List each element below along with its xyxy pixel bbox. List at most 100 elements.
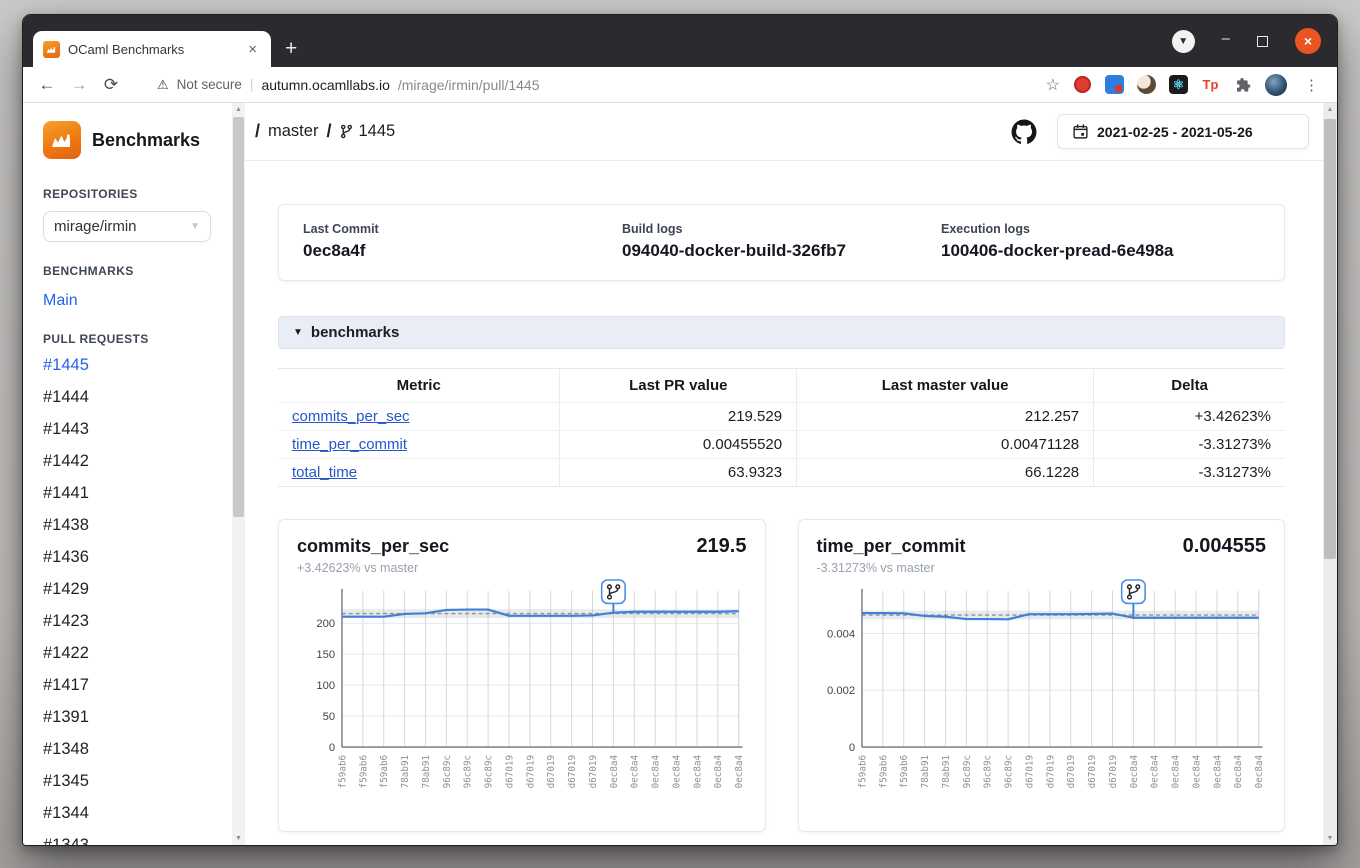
sidebar-item-main[interactable]: Main: [43, 292, 221, 310]
bookmark-star-icon[interactable]: ☆: [1046, 75, 1060, 95]
browser-menu-icon[interactable]: ⋮: [1300, 76, 1323, 94]
url-path: /mirage/irmin/pull/1445: [398, 77, 540, 93]
browser-toolbar: ← → ⟳ ⚠ Not secure | autumn.ocamllabs.io…: [23, 67, 1337, 103]
breadcrumb-root[interactable]: /: [255, 121, 260, 142]
table-header: Last PR value: [560, 369, 797, 403]
warning-icon[interactable]: ⚠: [157, 77, 169, 93]
metric-cell: time_per_commit: [278, 431, 560, 459]
metric-link[interactable]: total_time: [292, 464, 357, 481]
svg-text:d67019: d67019: [1024, 755, 1035, 788]
sidebar-item-pr[interactable]: #1444: [43, 388, 221, 407]
window-chevron-button[interactable]: ▼: [1172, 30, 1195, 53]
onetab-extension-icon[interactable]: [1073, 75, 1092, 94]
repository-selected-value: mirage/irmin: [54, 218, 137, 235]
value-cell: -3.31273%: [1094, 431, 1285, 459]
svg-text:d67019: d67019: [1087, 755, 1098, 788]
sidebar-item-pr[interactable]: #1417: [43, 676, 221, 695]
branch-marker-icon: [1121, 580, 1144, 603]
metric-link[interactable]: time_per_commit: [292, 436, 407, 453]
sidebar-item-pr[interactable]: #1436: [43, 548, 221, 567]
table-row: commits_per_sec219.529212.257+3.42623%: [278, 403, 1285, 431]
chart-subtitle: +3.42623% vs master: [297, 561, 747, 575]
sidebar-item-pr[interactable]: #1343: [43, 836, 221, 845]
sidebar-item-pr[interactable]: #1422: [43, 644, 221, 663]
badger-extension-icon[interactable]: [1137, 75, 1156, 94]
svg-text:96c89c: 96c89c: [961, 755, 972, 788]
svg-text:0ec8a4: 0ec8a4: [1128, 754, 1139, 788]
tab-close-icon[interactable]: ×: [244, 41, 261, 58]
sidebar-scrollbar[interactable]: ▲ ▼: [232, 103, 245, 845]
toolbar-right: ☆ ⚛ Tp ⋮: [1046, 74, 1327, 96]
svg-text:0ec8a4: 0ec8a4: [630, 754, 641, 788]
sidebar-item-pr[interactable]: #1442: [43, 452, 221, 471]
svg-text:0ec8a4: 0ec8a4: [1149, 754, 1160, 788]
svg-text:d67019: d67019: [1107, 755, 1118, 788]
scroll-down-icon[interactable]: ▼: [1323, 835, 1337, 842]
tp-extension-icon[interactable]: Tp: [1201, 75, 1220, 94]
ocaml-camel-favicon: [43, 41, 60, 58]
svg-text:78ab91: 78ab91: [920, 755, 931, 788]
back-icon[interactable]: ←: [33, 71, 61, 99]
sidebar-item-pr[interactable]: #1391: [43, 708, 221, 727]
svg-text:150: 150: [316, 649, 335, 661]
chart-title: commits_per_sec: [297, 536, 449, 557]
value-cell: -3.31273%: [1094, 459, 1285, 487]
time-per-commit-chart[interactable]: 00.0020.004f59ab6f59ab6f59ab678ab9178ab9…: [817, 579, 1267, 825]
sidebar-item-pr[interactable]: #1348: [43, 740, 221, 759]
benchmarks-collapse-toggle[interactable]: ▼ benchmarks: [278, 316, 1285, 349]
sidebar-item-pr[interactable]: #1429: [43, 580, 221, 599]
svg-text:d67019: d67019: [504, 755, 515, 788]
new-tab-button[interactable]: +: [285, 37, 297, 61]
svg-text:f59ab6: f59ab6: [379, 755, 390, 788]
date-range-picker[interactable]: 2021-02-25 - 2021-05-26: [1057, 114, 1309, 149]
scroll-up-icon[interactable]: ▲: [232, 106, 245, 113]
minimize-button[interactable]: –: [1222, 30, 1230, 47]
branch-marker-icon: [602, 580, 625, 603]
sidebar-item-pr[interactable]: #1344: [43, 804, 221, 823]
react-devtools-extension-icon[interactable]: ⚛: [1169, 75, 1188, 94]
metric-link[interactable]: commits_per_sec: [292, 408, 410, 425]
chart-title: time_per_commit: [817, 536, 966, 557]
sidebar-scrollbar-thumb[interactable]: [233, 117, 244, 517]
breadcrumb-pr[interactable]: 1445: [339, 122, 395, 141]
github-icon[interactable]: [1011, 119, 1037, 145]
summary-value: 0ec8a4f: [303, 241, 622, 261]
pull-request-list: #1445 #1444 #1443 #1442 #1441 #1438 #1436 #1429…: [43, 356, 221, 845]
reload-icon[interactable]: ⟳: [97, 71, 125, 99]
sidebar-item-pr[interactable]: #1423: [43, 612, 221, 631]
sidebar-item-pr[interactable]: #1345: [43, 772, 221, 791]
page-scrollbar[interactable]: ▲ ▼: [1323, 103, 1337, 845]
svg-text:0: 0: [329, 742, 335, 754]
page-scrollbar-thumb[interactable]: [1324, 119, 1336, 559]
svg-text:78ab91: 78ab91: [421, 755, 432, 788]
repository-select[interactable]: mirage/irmin ▼: [43, 211, 211, 242]
value-cell: 66.1228: [797, 459, 1094, 487]
close-window-button[interactable]: ×: [1295, 28, 1321, 54]
extensions-puzzle-icon[interactable]: [1233, 75, 1252, 94]
svg-text:d67019: d67019: [567, 755, 578, 788]
url-divider: |: [250, 77, 254, 92]
profile-avatar[interactable]: [1265, 74, 1287, 96]
address-bar[interactable]: ⚠ Not secure | autumn.ocamllabs.io/mirag…: [129, 77, 1042, 93]
privacy-lock-extension-icon[interactable]: [1105, 75, 1124, 94]
sidebar-item-pr[interactable]: #1438: [43, 516, 221, 535]
forward-icon[interactable]: →: [65, 71, 93, 99]
sidebar-item-pr[interactable]: #1441: [43, 484, 221, 503]
sidebar-item-pr[interactable]: #1443: [43, 420, 221, 439]
app-title: Benchmarks: [92, 130, 200, 151]
commits-per-sec-chart[interactable]: 050100150200f59ab6f59ab6f59ab678ab9178ab…: [297, 579, 747, 825]
table-row: time_per_commit0.004555200.00471128-3.31…: [278, 431, 1285, 459]
svg-text:50: 50: [323, 711, 335, 723]
scroll-up-icon[interactable]: ▲: [1323, 106, 1337, 113]
table-header: Delta: [1094, 369, 1285, 403]
scroll-down-icon[interactable]: ▼: [232, 835, 245, 842]
sidebar-item-pr[interactable]: #1445: [43, 356, 221, 375]
maximize-button[interactable]: [1257, 36, 1268, 47]
breadcrumb-branch[interactable]: master: [268, 122, 318, 141]
svg-text:0ec8a4: 0ec8a4: [1191, 754, 1202, 788]
chevron-down-icon: ▼: [190, 221, 200, 232]
value-cell: 219.529: [560, 403, 797, 431]
app-brand[interactable]: Benchmarks: [43, 121, 221, 159]
browser-tab[interactable]: OCaml Benchmarks ×: [33, 31, 271, 67]
svg-text:f59ab6: f59ab6: [857, 755, 868, 788]
